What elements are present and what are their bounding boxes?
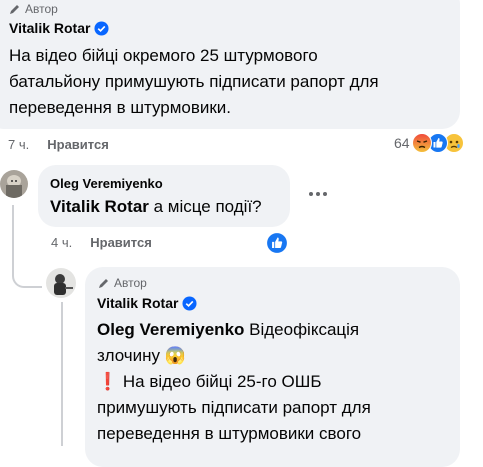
comment-author-name[interactable]: Vitalik Rotar: [9, 20, 109, 36]
exclamation-emoji-icon: ❗: [97, 372, 119, 391]
more-options-button[interactable]: [309, 192, 327, 196]
avatar-image: [0, 170, 28, 198]
mention-link[interactable]: Vitalik Rotar: [50, 197, 149, 216]
comment-text: Oleg Veremiyenko Відеофіксація злочину 😱…: [97, 317, 371, 447]
mention-link[interactable]: Oleg Veremiyenko: [97, 320, 244, 339]
verified-badge-icon: [94, 20, 109, 36]
comment-text-line: батальйону примушують підписати рапорт д…: [9, 72, 379, 91]
avatar[interactable]: [46, 268, 76, 298]
avatar[interactable]: [0, 170, 28, 198]
comment-text-body: Відеофіксація: [244, 320, 360, 339]
author-badge-label: Автор: [25, 2, 58, 16]
reaction-count: 64: [394, 135, 410, 151]
comment-text-line: примушують підписати рапорт для: [97, 398, 371, 417]
scream-emoji-icon: 😱: [164, 346, 186, 365]
comment-text-line: злочину 😱: [97, 343, 371, 369]
reaction-summary[interactable]: 64: [394, 133, 464, 153]
like-button[interactable]: Нравится: [90, 235, 152, 250]
comment-text-body: а місце події?: [148, 197, 262, 216]
angry-icon: [411, 133, 432, 153]
comment-text-body: На відео бійці 25-го ОШБ: [122, 372, 322, 391]
like-icon[interactable]: [266, 232, 288, 254]
comment-text-line: переведення в штурмовики.: [9, 98, 232, 117]
comment-text: Vitalik Rotar а місце події?: [50, 194, 262, 220]
comment-text-line: Oleg Veremiyenko Відеофіксація: [97, 317, 371, 343]
author-badge: Автор: [98, 276, 147, 290]
comment-author-name[interactable]: Vitalik Rotar: [97, 295, 197, 311]
comment-text-line: переведення в штурмовики свого: [97, 424, 362, 443]
comment-actions: 4 ч. Нравится: [51, 235, 152, 250]
comment-actions: 7 ч. Нравится: [8, 137, 109, 152]
comment-time[interactable]: 7 ч.: [8, 137, 29, 152]
comment-text-line: На відео бійці окремого 25 штурмового: [9, 46, 318, 65]
author-name-text[interactable]: Vitalik Rotar: [9, 20, 90, 36]
author-badge: Автор: [9, 2, 58, 16]
avatar-image: [46, 268, 76, 298]
comment-author-name[interactable]: Oleg Veremiyenko: [50, 176, 163, 191]
comment-time[interactable]: 4 ч.: [51, 235, 72, 250]
author-name-text[interactable]: Oleg Veremiyenko: [50, 176, 163, 191]
author-name-text[interactable]: Vitalik Rotar: [97, 295, 178, 311]
comment-text-body: злочину: [97, 346, 165, 365]
comment-text: На відео бійці окремого 25 штурмового ба…: [9, 43, 379, 121]
verified-badge-icon: [182, 295, 197, 311]
thread-connector: [12, 262, 42, 288]
pen-icon: [10, 5, 19, 14]
pen-icon: [99, 279, 108, 288]
thread-line: [61, 302, 63, 446]
author-badge-label: Автор: [114, 276, 147, 290]
like-button[interactable]: Нравится: [47, 137, 109, 152]
comment-text-line: ❗ На відео бійці 25-го ОШБ: [97, 369, 371, 395]
